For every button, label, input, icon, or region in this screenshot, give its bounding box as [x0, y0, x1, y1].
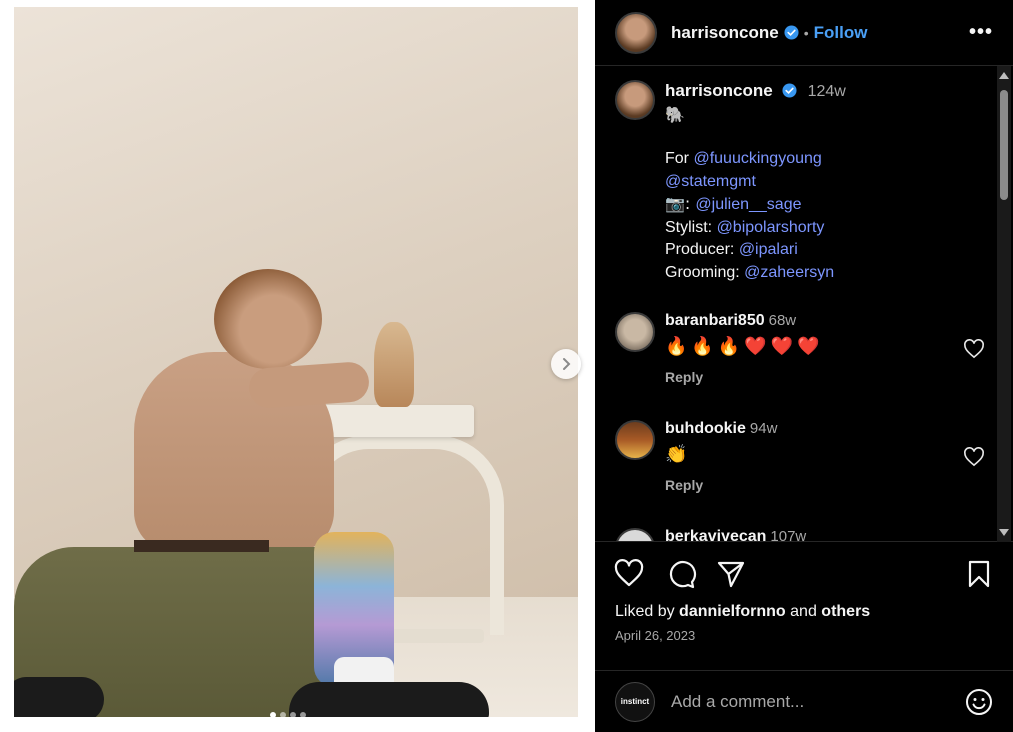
carousel-next-button[interactable] — [551, 349, 581, 379]
commenter-username[interactable]: baranbari850 — [665, 312, 765, 329]
like-heart-icon[interactable] — [613, 558, 645, 590]
photo-shoe — [289, 682, 489, 717]
mention-link[interactable]: @fuuuckingyoung — [693, 150, 821, 167]
carousel-dot — [270, 712, 276, 718]
reply-button[interactable]: Reply — [665, 477, 777, 493]
header-separator: • — [804, 25, 809, 41]
commenter-username[interactable]: berkaviyecan — [665, 528, 766, 542]
share-send-icon[interactable] — [715, 558, 747, 590]
comment-content: berkaviyecan 107w — [665, 528, 806, 542]
commenter-avatar[interactable] — [615, 528, 655, 542]
author-avatar[interactable] — [615, 12, 657, 54]
like-comment-heart-icon[interactable] — [963, 447, 985, 467]
post-photo[interactable] — [14, 7, 578, 717]
post-date[interactable]: April 26, 2023 — [615, 628, 695, 643]
author-username[interactable]: harrisoncone — [671, 23, 779, 43]
commenter-avatar[interactable] — [615, 312, 655, 352]
scroll-up-arrow-icon[interactable] — [999, 72, 1009, 79]
caption-line-prefix: Grooming: — [665, 264, 744, 281]
caption-line-prefix: 📷: — [665, 194, 695, 213]
reply-button[interactable]: Reply — [665, 369, 823, 385]
post-media — [0, 0, 595, 732]
verified-badge-icon — [784, 25, 799, 40]
comment-time[interactable]: 107w — [770, 528, 806, 542]
mention-link[interactable]: @statemgmt — [665, 173, 756, 190]
commenter-username[interactable]: buhdookie — [665, 420, 746, 437]
carousel-dot — [290, 712, 296, 718]
caption-emoji: 🐘 — [665, 104, 995, 127]
caption-time[interactable]: 124w — [808, 83, 846, 100]
liked-by-user[interactable]: dannielfornno — [679, 603, 786, 620]
verified-badge-icon — [782, 83, 797, 98]
chevron-right-icon — [559, 357, 573, 371]
caption-line-prefix: For — [665, 150, 693, 167]
comment-content: buhdookie94w 👏 Reply — [665, 420, 777, 493]
comment-item: berkaviyecan 107w — [615, 528, 995, 542]
follow-button[interactable]: Follow — [814, 23, 868, 43]
more-options-icon[interactable]: ••• — [969, 21, 993, 44]
comment-time[interactable]: 94w — [750, 420, 778, 437]
carousel-dots — [270, 712, 306, 718]
comments-list[interactable]: harrisoncone 124w 🐘 For @fuuuckingyoung … — [595, 66, 1013, 542]
carousel-dot — [280, 712, 286, 718]
caption-line-prefix: Producer: — [665, 241, 739, 258]
post-header: harrisoncone • Follow ••• — [595, 0, 1013, 66]
add-comment-bar: instinct — [595, 670, 1013, 732]
add-comment-input[interactable] — [671, 692, 931, 712]
liked-by-prefix: Liked by — [615, 603, 679, 620]
comment-content: baranbari85068w 🔥🔥🔥❤️❤️❤️ Reply — [665, 312, 823, 385]
comment-text: 👏 — [665, 444, 777, 465]
comment-bubble-icon[interactable] — [665, 558, 697, 590]
like-comment-heart-icon[interactable] — [963, 339, 985, 359]
mention-link[interactable]: @zaheersyn — [744, 264, 834, 281]
save-bookmark-icon[interactable] — [963, 558, 995, 590]
scroll-down-arrow-icon[interactable] — [999, 529, 1009, 536]
liked-by-middle: and — [786, 603, 822, 620]
mention-link[interactable]: @ipalari — [739, 241, 798, 258]
caption-avatar[interactable] — [615, 80, 655, 120]
photo-person-head — [214, 269, 322, 369]
comment-time[interactable]: 68w — [769, 312, 797, 329]
emoji-picker-icon[interactable] — [965, 688, 993, 716]
liked-by-others[interactable]: others — [821, 603, 870, 620]
commenter-avatar[interactable] — [615, 420, 655, 460]
mention-link[interactable]: @julien__sage — [695, 196, 801, 213]
photo-stool-top — [309, 405, 474, 437]
comment-item: buhdookie94w 👏 Reply — [615, 420, 995, 493]
scrollbar-thumb[interactable] — [1000, 90, 1008, 200]
photo-figurine — [374, 322, 414, 407]
liked-by-text: Liked by dannielfornno and others — [615, 603, 870, 621]
comment-text: 🔥🔥🔥❤️❤️❤️ — [665, 336, 823, 357]
photo-shoe-left — [14, 677, 104, 717]
post-side-panel: harrisoncone • Follow ••• harrisoncone 1… — [595, 0, 1013, 732]
carousel-dot — [300, 712, 306, 718]
photo-person-arm — [248, 361, 370, 409]
photo-person-belt — [134, 540, 269, 552]
current-user-avatar[interactable]: instinct — [615, 682, 655, 722]
caption-username[interactable]: harrisoncone — [665, 81, 773, 100]
post-caption: harrisoncone 124w 🐘 For @fuuuckingyoung … — [615, 80, 995, 284]
caption-body: harrisoncone 124w 🐘 For @fuuuckingyoung … — [665, 80, 995, 284]
caption-line-prefix: Stylist: — [665, 219, 717, 236]
comment-item: baranbari85068w 🔥🔥🔥❤️❤️❤️ Reply — [615, 312, 995, 385]
mention-link[interactable]: @bipolarshorty — [717, 219, 825, 236]
comments-scrollbar[interactable] — [997, 66, 1011, 542]
post-actions — [595, 558, 1013, 594]
